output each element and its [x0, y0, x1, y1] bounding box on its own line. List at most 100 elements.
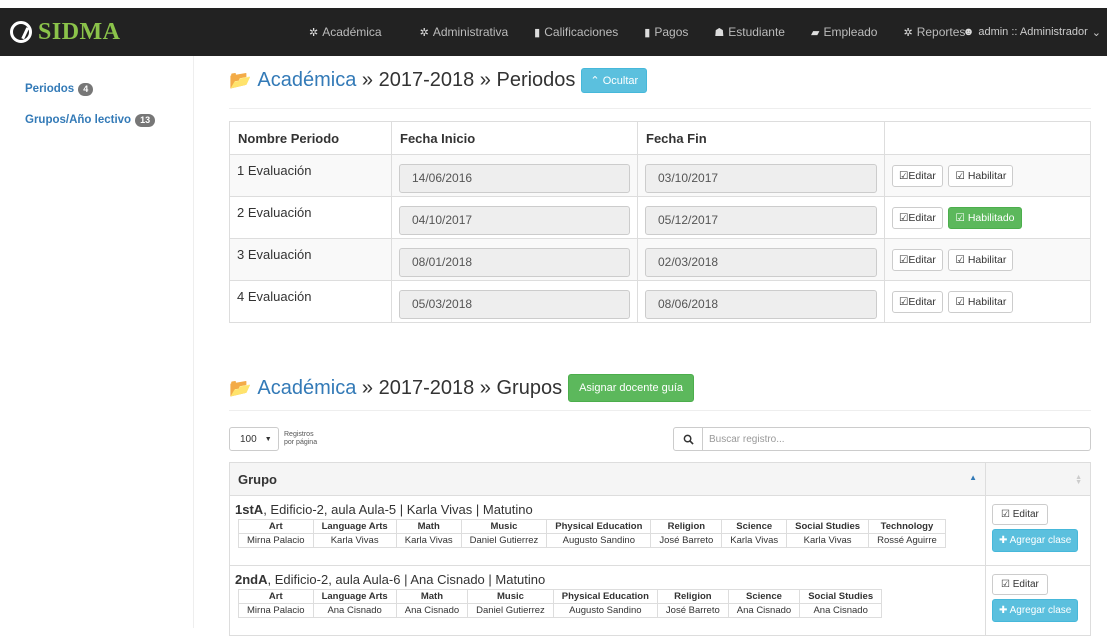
column-header-grupo[interactable]: Grupo ▲: [230, 463, 986, 495]
start-date-cell: 08/01/2018: [391, 238, 638, 281]
sidebar-item-label: Periodos: [25, 83, 75, 95]
subjects-row: Art Language Arts Math Music Physical Educat…: [238, 519, 946, 534]
group-title: 1stA, Edificio-2, aula Aula-5 | Karla Vi…: [235, 502, 980, 517]
subjects-row: Art Language Arts Math Music Physical Educat…: [238, 589, 883, 604]
page-size-control: 100 ▼ Registros por página: [229, 427, 324, 451]
user-menu[interactable]: ☻ admin :: Administrador ⌄: [963, 8, 1107, 56]
end-date-field[interactable]: 03/10/2017: [645, 163, 877, 193]
start-date-field[interactable]: 08/01/2018: [399, 247, 630, 277]
add-class-button[interactable]: ✚ Agregar clase: [992, 529, 1079, 552]
enable-button-label: Habilitar: [967, 295, 1007, 308]
sidebar-item-periodos[interactable]: Periodos 4: [25, 80, 155, 98]
start-date-cell: 05/03/2018: [391, 280, 638, 323]
caret-down-icon: ▼: [264, 435, 272, 443]
brand[interactable]: SIDMA: [10, 19, 121, 46]
hide-button[interactable]: ⌃ Ocultar: [581, 68, 648, 93]
teacher-name: Rossé Aguirre: [868, 533, 946, 548]
enable-button[interactable]: ☑ Habilitar: [948, 248, 1014, 271]
table-row: 2 Evaluación 04/10/2017 05/12/2017 ☑Editar …: [229, 196, 1091, 239]
groups-heading: 📂 Académica » 2017-2018 » Grupos Asignar…: [229, 374, 695, 402]
subject-name: Physical Education: [552, 589, 658, 604]
enable-button[interactable]: ☑ Habilitar: [948, 290, 1014, 313]
enable-button[interactable]: ☑ Habilitado: [948, 206, 1022, 229]
enable-button-label: Habilitar: [967, 169, 1007, 182]
group-cell: 2ndA, Edificio-2, aula Aula-6 | Ana Cisn…: [230, 566, 986, 635]
sidebar-item-grupos[interactable]: Grupos/Año lectivo 13: [25, 111, 156, 129]
subjects-table: Art Language Arts Math Music Physical Educat…: [238, 519, 946, 548]
table-row: 1stA, Edificio-2, aula Aula-5 | Karla Vi…: [229, 496, 1091, 566]
edit-icon: ☑: [1001, 509, 1010, 520]
gear-icon: ✲: [903, 26, 913, 39]
edit-button-label: Editar: [908, 211, 936, 224]
enable-button[interactable]: ☑ Habilitar: [948, 164, 1014, 187]
subject-name: Art: [238, 589, 314, 604]
edit-icon: ☑: [899, 211, 909, 224]
search-input[interactable]: Buscar registro...: [703, 427, 1091, 451]
period-name: 3 Evaluación: [229, 238, 392, 281]
count-badge: 4: [78, 82, 94, 96]
subjects-table: Art Language Arts Math Music Physical Educat…: [238, 589, 883, 618]
edit-group-button[interactable]: ☑ Editar: [992, 504, 1048, 525]
add-class-label: Agregar clase: [1009, 605, 1072, 616]
subject-name: Art: [238, 519, 314, 534]
nav-item-label: Pagos: [654, 25, 689, 39]
subject-name: Social Studies: [786, 519, 870, 534]
sidebar: Periodos 4 Grupos/Año lectivo 13: [25, 80, 156, 142]
nav-item-2[interactable]: ▮ Calificaciones: [534, 8, 618, 56]
chevron-up-icon: ⌃: [590, 75, 600, 87]
teacher-name: Daniel Gutierrez: [467, 603, 554, 618]
sort-asc-icon: ▲: [969, 473, 977, 482]
top-navbar: SIDMA ✲ Académica ✲ Administrativa ▮ Califica…: [0, 8, 1107, 56]
search-box: Buscar registro...: [673, 427, 1091, 451]
subject-name: Religion: [650, 519, 723, 534]
edit-button[interactable]: ☑Editar: [892, 248, 943, 271]
subject-name: Science: [727, 589, 801, 604]
start-date-field[interactable]: 05/03/2018: [399, 289, 630, 319]
group-detail: , Edificio-2, aula Aula-6 | Ana Cisnado …: [267, 572, 546, 587]
edit-group-button[interactable]: ☑ Editar: [992, 574, 1048, 595]
user-name: admin :: Administrador: [978, 26, 1088, 38]
subject-name: Math: [395, 519, 462, 534]
search-button[interactable]: [673, 427, 703, 451]
edit-button[interactable]: ☑Editar: [892, 164, 943, 187]
nav-item-1[interactable]: ✲ Administrativa: [420, 8, 509, 56]
teachers-row: Mirna Palacio Ana Cisnado Ana Cisnado Danie…: [238, 603, 883, 618]
edit-icon: ☑: [1001, 579, 1010, 590]
gear-icon: ✲: [309, 26, 319, 39]
end-date-cell: 02/03/2018: [637, 238, 885, 281]
edit-button[interactable]: ☑Editar: [892, 206, 943, 229]
start-date-field[interactable]: 14/06/2016: [399, 163, 630, 193]
count-badge: 13: [135, 113, 156, 127]
edit-button[interactable]: ☑Editar: [892, 290, 943, 313]
check-icon: ☑: [955, 169, 965, 182]
hide-button-label: Ocultar: [602, 75, 639, 87]
actions-cell: ☑Editar ☑ Habilitar: [884, 280, 1091, 323]
nav-item-3[interactable]: ▮ Pagos: [644, 8, 688, 56]
check-icon: ☑: [955, 295, 965, 308]
end-date-field[interactable]: 05/12/2017: [645, 205, 877, 235]
subject-name: Social Studies: [799, 589, 883, 604]
period-name-text: 4 Evaluación: [237, 289, 312, 304]
nav-item-5[interactable]: ▰ Empleado: [811, 8, 878, 56]
page-size-select[interactable]: 100 ▼: [229, 427, 279, 451]
teacher-name: Mirna Palacio: [238, 533, 314, 548]
brand-logo-icon: [10, 21, 32, 43]
end-date-field[interactable]: 08/06/2018: [645, 289, 877, 319]
end-date-field[interactable]: 02/03/2018: [645, 247, 877, 277]
start-date-field[interactable]: 04/10/2017: [399, 205, 630, 235]
column-header-actions[interactable]: ▲ ▼: [986, 463, 1090, 495]
teacher-name: Ana Cisnado: [799, 603, 883, 618]
breadcrumb-link-academica[interactable]: Académica: [257, 377, 356, 400]
add-class-button[interactable]: ✚ Agregar clase: [992, 599, 1079, 622]
breadcrumb-link-academica[interactable]: Académica: [257, 69, 356, 92]
chevron-down-icon: ⌄: [1091, 26, 1101, 39]
nav-item-0[interactable]: ✲ Académica: [309, 8, 382, 56]
assign-guide-teacher-button[interactable]: Asignar docente guía: [568, 374, 695, 402]
table-row: 1 Evaluación 14/06/2016 03/10/2017 ☑Editar …: [229, 154, 1091, 197]
group-code: 1stA: [235, 502, 264, 517]
nav-item-4[interactable]: ☗ Estudiante: [714, 8, 785, 56]
actions-cell: ☑Editar ☑ Habilitar: [884, 154, 1091, 197]
teacher-name: Ana Cisnado: [312, 603, 397, 618]
check-icon: ☑: [955, 211, 965, 224]
nav-item-6[interactable]: ✲ Reportes: [903, 8, 965, 56]
